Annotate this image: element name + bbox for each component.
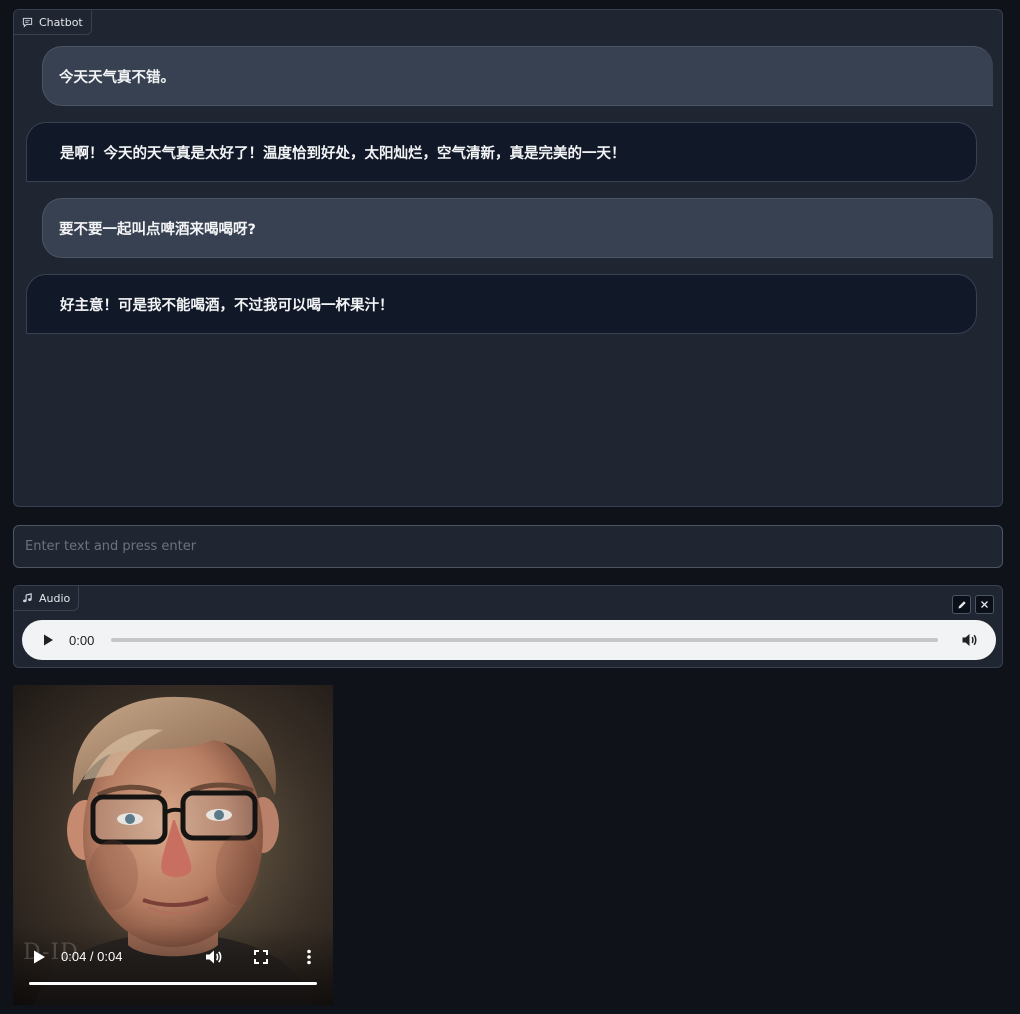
message-input[interactable] [14,526,1002,567]
video-controls: D-ID 0:04 / 0:04 [13,925,333,1005]
video-player[interactable]: D-ID 0:04 / 0:04 [13,685,333,1005]
audio-toolbar [952,595,994,614]
video-seek-bar[interactable] [29,982,317,985]
chatbot-panel: Chatbot 今天天气真不错。 是啊！今天的天气真是太好了！温度恰到好处，太阳… [13,9,1003,507]
audio-player: 0:00 [22,620,996,660]
video-fullscreen-button[interactable] [251,947,271,967]
volume-icon [962,634,977,646]
clear-audio-button[interactable] [975,595,994,614]
video-time: 0:04 / 0:04 [61,949,123,964]
pencil-icon [958,600,966,608]
bot-message: 好主意！可是我不能喝酒，不过我可以喝一杯果汁！ [26,274,977,334]
audio-label-text: Audio [39,591,71,605]
fullscreen-icon [254,950,268,964]
play-icon [34,950,45,964]
music-note-icon [22,592,33,604]
audio-panel: Audio 0:00 [13,585,1003,668]
close-icon [981,601,988,608]
audio-time: 0:00 [69,632,95,648]
more-vertical-icon [307,949,311,965]
audio-seek-bar[interactable] [111,638,938,642]
audio-volume-button[interactable] [960,631,978,649]
audio-play-button[interactable] [40,632,56,648]
volume-icon [206,950,222,964]
message-text: 是啊！今天的天气真是太好了！温度恰到好处，太阳灿烂，空气清新，真是完美的一天！ [60,145,626,162]
video-more-options-button[interactable] [299,947,319,967]
message-input-container [13,525,1003,568]
video-play-button[interactable] [29,947,49,967]
chatbot-label: Chatbot [14,10,92,35]
user-message: 要不要一起叫点啤酒来喝喝呀? [42,198,993,258]
audio-label: Audio [14,586,80,611]
message-text: 要不要一起叫点啤酒来喝喝呀? [59,221,256,238]
message-text: 今天天气真不错。 [59,69,175,86]
user-message: 今天天气真不错。 [42,46,993,106]
chat-icon [22,17,33,28]
chatbot-label-text: Chatbot [39,15,83,29]
play-icon [44,634,53,646]
edit-audio-button[interactable] [952,595,971,614]
video-volume-button[interactable] [203,947,223,967]
message-text: 好主意！可是我不能喝酒，不过我可以喝一杯果汁！ [60,297,394,314]
bot-message: 是啊！今天的天气真是太好了！温度恰到好处，太阳灿烂，空气清新，真是完美的一天！ [26,122,977,182]
